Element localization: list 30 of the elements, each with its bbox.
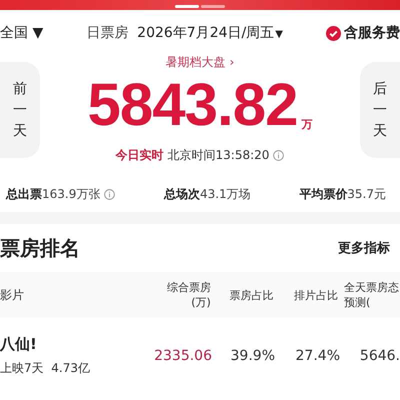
film-release-info: 上映7天 4.73亿 <box>0 360 91 377</box>
unit-label: 万 <box>301 117 312 132</box>
stat-text: 平均票价35.7元 <box>299 186 386 202</box>
table-cell-text: 39.9% <box>230 348 275 364</box>
service-fee-toggle[interactable]: 含服务费 <box>326 24 400 42</box>
column-header: 票房占比 <box>228 288 274 302</box>
region-dropdown[interactable]: 全国 ▼ <box>0 24 44 42</box>
update-time: 北京时间13:58:20 <box>168 147 270 164</box>
section-title: 票房排名 <box>0 234 80 262</box>
date-selector[interactable]: 日票房 2026年7月24日/周五▼ <box>86 24 283 42</box>
column-header: 影片 <box>0 286 25 304</box>
film-title[interactable]: 八仙! <box>0 335 140 354</box>
info-icon[interactable] <box>104 188 116 200</box>
season-link[interactable]: 暑期档大盘 › <box>166 54 234 71</box>
more-metrics-link[interactable]: 更多指标 <box>338 239 390 257</box>
stat-text: 总出票163.9万张 <box>6 186 100 202</box>
info-icon[interactable] <box>273 150 284 161</box>
table-cell-text: 27.4% <box>294 348 340 364</box>
page-indicator-icon <box>175 5 225 9</box>
table-cell-text: 2335.06 <box>153 348 212 364</box>
live-label: 今日实时 <box>116 147 164 164</box>
previous-day-button[interactable]: 前一天 <box>0 62 40 158</box>
check-icon <box>326 26 341 40</box>
column-header: 全天票房态预测( <box>343 280 400 310</box>
column-header: 排片占比 <box>293 288 338 302</box>
next-day-button[interactable]: 后一天 <box>360 62 400 158</box>
stat-text: 总场次43.1万场 <box>164 186 251 202</box>
table-cell-text: 5646. <box>358 348 400 364</box>
column-header: 综合票房(万) <box>166 280 211 310</box>
box-office-total: 5843.82 <box>88 75 298 135</box>
